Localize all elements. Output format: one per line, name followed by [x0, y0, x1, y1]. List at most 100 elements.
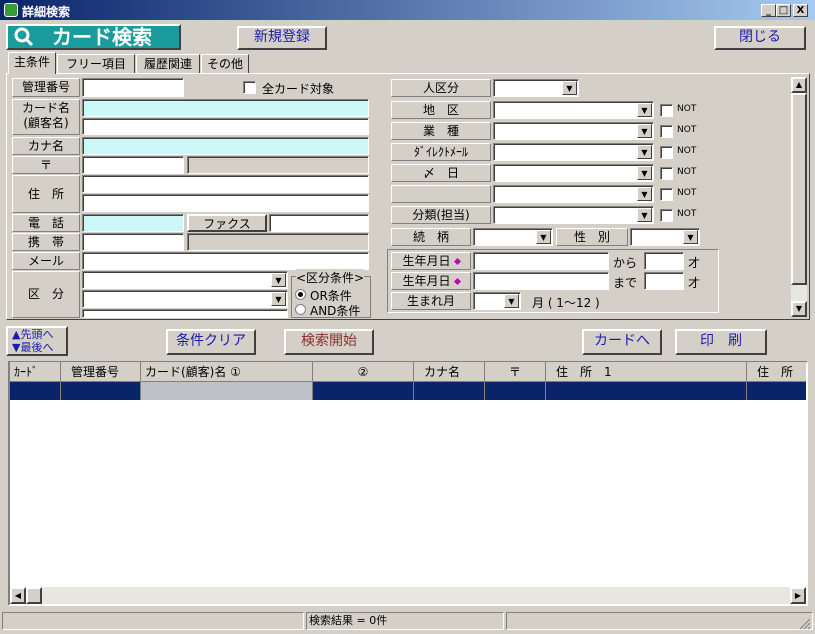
shime-not-checkbox[interactable] [660, 167, 673, 180]
shime-select[interactable]: ▼ [493, 164, 654, 182]
scroll-left-icon[interactable]: ◀ [10, 587, 26, 604]
dm-select[interactable]: ▼ [493, 143, 654, 161]
col-card-name-1[interactable]: カード(顧客)名 ① [141, 362, 313, 382]
address-input-2[interactable] [82, 194, 369, 212]
page-title: カード検索 [52, 25, 152, 49]
sai-label-2: 才 [688, 276, 701, 290]
row-cell[interactable] [414, 382, 485, 400]
resize-grip-icon[interactable] [797, 616, 811, 630]
mobile-input[interactable] [82, 233, 184, 251]
age-to-input[interactable] [644, 272, 684, 290]
all-cards-label: 全カード対象 [262, 82, 335, 96]
dm-not-checkbox[interactable] [660, 146, 673, 159]
birth-to-input[interactable] [473, 272, 609, 290]
mail-label: メール [12, 252, 80, 270]
birth-from-text: 生年月日 [402, 254, 451, 268]
chevron-down-icon: ▼ [536, 230, 551, 244]
shime-label: 〆 日 [391, 164, 491, 182]
col-zip[interactable]: 〒 [485, 362, 546, 382]
and-condition-radio[interactable] [295, 304, 306, 315]
card-name-input[interactable] [82, 99, 369, 117]
status-pane-3 [506, 612, 813, 630]
kubun-select-1[interactable]: ▼ [82, 271, 288, 289]
mgmt-no-input[interactable] [82, 78, 184, 97]
row-cell[interactable] [10, 382, 61, 400]
gyoshu-select[interactable]: ▼ [493, 122, 654, 140]
col-address-1[interactable]: 住 所 1 [546, 362, 747, 382]
chiku-select[interactable]: ▼ [493, 101, 654, 119]
kubun-select-2[interactable]: ▼ [82, 290, 288, 308]
scroll-down-icon[interactable]: ▼ [791, 301, 807, 317]
close-window-button[interactable]: X [793, 4, 808, 17]
row-cell[interactable] [485, 382, 546, 400]
row-cell[interactable] [546, 382, 747, 400]
row-cell-focused[interactable] [141, 382, 313, 400]
address-input-1[interactable] [82, 175, 369, 193]
seibetsu-select[interactable]: ▼ [630, 228, 700, 246]
month-range-label: 月 ( 1～12 ) [532, 296, 600, 310]
zip-input[interactable] [82, 156, 184, 174]
mgmt-no-label: 管理番号 [12, 78, 80, 97]
kubun-label: 区 分 [12, 271, 80, 318]
zokugara-select[interactable]: ▼ [473, 228, 553, 246]
birth-month-select[interactable]: ▼ [473, 292, 521, 310]
birth-to-label: 生年月日 [391, 272, 471, 290]
and-condition-label: AND条件 [310, 304, 361, 318]
phone-input[interactable] [82, 214, 184, 232]
new-register-button[interactable]: 新規登録 [237, 26, 327, 50]
mail-input[interactable] [82, 252, 369, 270]
tab-history[interactable]: 履歴関連 [136, 54, 200, 74]
col-card[interactable]: ｶｰﾄﾞ [10, 362, 61, 382]
row-cell[interactable] [747, 382, 806, 400]
close-button[interactable]: 閉じる [714, 26, 806, 50]
print-button[interactable]: 印 刷 [675, 329, 767, 355]
extra-not-label: NOT [677, 188, 697, 198]
row-cell[interactable] [61, 382, 141, 400]
search-start-button[interactable]: 検索開始 [284, 329, 374, 355]
scroll-thumb[interactable] [791, 93, 807, 285]
col-address-2[interactable]: 住 所 [747, 362, 806, 382]
maximize-button[interactable]: □ [776, 4, 791, 17]
seibetsu-label: 性 別 [556, 228, 628, 246]
minimize-button[interactable]: _ [761, 4, 776, 17]
chiku-not-checkbox[interactable] [660, 104, 673, 117]
panel-scrollbar[interactable]: ▲ ▼ [791, 77, 807, 317]
tab-free-items[interactable]: フリー項目 [57, 54, 135, 74]
birth-from-input[interactable] [473, 252, 609, 270]
chevron-down-icon: ▼ [683, 230, 698, 244]
tab-other[interactable]: その他 [201, 54, 249, 74]
col-card-name-2[interactable]: ② [313, 362, 414, 382]
birth-from-label: 生年月日 [391, 252, 471, 270]
kubun-select-3[interactable] [82, 309, 288, 318]
card-name-label-sub: (顧客名) [23, 116, 69, 130]
tab-main-conditions[interactable]: 主条件 [8, 52, 56, 74]
gyoshu-not-checkbox[interactable] [660, 125, 673, 138]
extra-select[interactable]: ▼ [493, 185, 654, 203]
age-from-input[interactable] [644, 252, 684, 270]
or-condition-radio[interactable] [295, 289, 306, 300]
made-label: まで [613, 276, 638, 290]
gyoshu-label: 業 種 [391, 122, 491, 140]
all-cards-checkbox[interactable] [243, 81, 256, 94]
chevron-down-icon: ▼ [637, 166, 652, 180]
bunrui-select[interactable]: ▼ [493, 206, 654, 224]
col-kana[interactable]: カナ名 [414, 362, 485, 382]
row-cell[interactable] [313, 382, 414, 400]
to-card-button[interactable]: カードへ [582, 329, 662, 355]
extra-not-checkbox[interactable] [660, 188, 673, 201]
jin-kubun-select[interactable]: ▼ [493, 79, 579, 97]
scroll-right-icon[interactable]: ▶ [790, 587, 806, 604]
sai-label-1: 才 [688, 256, 701, 270]
first-last-button[interactable]: ▲先頭へ ▼最後へ [6, 326, 68, 356]
bunrui-not-checkbox[interactable] [660, 209, 673, 222]
chevron-down-icon: ▼ [637, 187, 652, 201]
clear-conditions-button[interactable]: 条件クリア [166, 329, 256, 355]
kana-input[interactable] [82, 137, 369, 155]
fax-input[interactable] [269, 214, 369, 232]
scroll-up-icon[interactable]: ▲ [791, 77, 807, 93]
grid-hscrollbar[interactable]: ◀ ▶ [10, 587, 806, 604]
shime-not-label: NOT [677, 167, 697, 177]
hscroll-thumb[interactable] [26, 587, 42, 604]
card-name-input-2[interactable] [82, 118, 369, 135]
col-mgmt-no[interactable]: 管理番号 [61, 362, 141, 382]
